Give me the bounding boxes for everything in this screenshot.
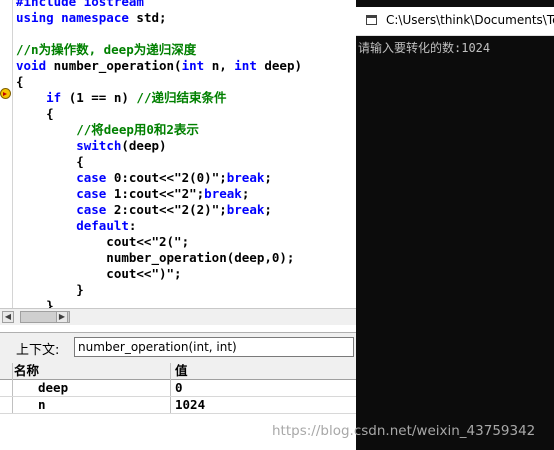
column-header-value[interactable]: 值 [175, 363, 188, 379]
console-app-icon [366, 15, 377, 25]
context-dropdown[interactable]: number_operation(int, int) [74, 337, 354, 357]
code-token: if [46, 90, 69, 105]
code-line[interactable]: { [16, 106, 54, 122]
code-token: } [16, 298, 54, 308]
code-token: int [181, 58, 212, 73]
code-token: 2:cout<<"2(2)"; [113, 202, 227, 217]
grid-line [0, 413, 356, 414]
code-token: : [128, 218, 137, 233]
code-token: switch [76, 138, 122, 153]
code-token: ; [241, 186, 250, 201]
code-token: std; [136, 10, 167, 25]
code-token: void [16, 58, 54, 73]
code-token: } [16, 282, 84, 297]
code-line[interactable]: case 0:cout<<"2(0)";break; [16, 170, 272, 186]
code-line[interactable]: using namespace std; [16, 10, 167, 26]
code-token: { [16, 106, 54, 121]
scroll-left-arrow-icon[interactable]: ◀ [2, 311, 14, 323]
code-token: //递归结束条件 [136, 90, 227, 105]
code-line[interactable]: } [16, 282, 84, 298]
code-token: { [16, 74, 24, 89]
code-token: (deep) [121, 138, 167, 153]
code-line[interactable]: cout<<"2("; [16, 234, 189, 250]
code-token: using namespace [16, 10, 137, 25]
code-token: //将deep用0和2表示 [76, 122, 199, 137]
variable-name: n [38, 397, 46, 412]
code-token: #include iostream [16, 0, 144, 9]
code-line[interactable]: case 1:cout<<"2";break; [16, 186, 249, 202]
code-line[interactable]: #include iostream [16, 0, 144, 10]
code-token: break [226, 202, 265, 217]
code-line[interactable]: case 2:cout<<"2(2)";break; [16, 202, 272, 218]
code-token: 0:cout<<"2(0)"; [113, 170, 227, 185]
code-token: number_operation( [53, 58, 182, 73]
grid-line [170, 363, 171, 413]
code-token: case [76, 202, 114, 217]
editor-horizontal-scrollbar[interactable]: ◀ ▶ [0, 308, 356, 325]
editor-gutter[interactable] [0, 0, 13, 308]
grid-line [12, 363, 13, 413]
code-line[interactable]: void number_operation(int n, int deep) [16, 58, 302, 74]
code-line[interactable]: //将deep用0和2表示 [16, 122, 199, 138]
code-line[interactable]: //n为操作数, deep为递归深度 [16, 42, 196, 58]
console-window[interactable]: C:\Users\think\Documents\Te 请输入要转化的数:102… [356, 0, 554, 450]
scroll-right-arrow-icon[interactable]: ▶ [56, 311, 68, 323]
current-statement-arrow-icon [0, 88, 11, 99]
code-token: default [76, 218, 129, 233]
code-token: break [204, 186, 242, 201]
context-toolbar: 上下文: number_operation(int, int) [0, 332, 356, 364]
code-token: (1 == n) [68, 90, 137, 105]
code-token: { [16, 154, 84, 169]
code-token: ; [264, 202, 272, 217]
code-token: deep) [264, 58, 303, 73]
console-title: C:\Users\think\Documents\Te [386, 13, 554, 27]
console-titlebar[interactable]: C:\Users\think\Documents\Te [356, 7, 554, 36]
code-token: case [76, 186, 114, 201]
code-line[interactable]: number_operation(deep,0); [16, 250, 294, 266]
column-header-name[interactable]: 名称 [14, 363, 39, 379]
variable-value: 0 [175, 380, 183, 395]
code-token: ; [264, 170, 272, 185]
code-token: cout<<")"; [16, 266, 182, 281]
code-token: int [234, 58, 265, 73]
code-line[interactable]: switch(deep) [16, 138, 167, 154]
code-token: break [226, 170, 265, 185]
code-line[interactable]: } [16, 298, 54, 308]
context-label: 上下文: [16, 343, 60, 358]
code-line[interactable]: cout<<")"; [16, 266, 182, 282]
code-token: 1:cout<<"2"; [113, 186, 205, 201]
watermark: https://blog.csdn.net/weixin_43759342 [272, 423, 536, 439]
code-line[interactable]: { [16, 154, 84, 170]
code-line[interactable]: if (1 == n) //递归结束条件 [16, 90, 226, 106]
code-token: n, [211, 58, 235, 73]
console-output: 请输入要转化的数:1024 [358, 41, 491, 55]
code-token: cout<<"2("; [16, 234, 190, 249]
code-editor[interactable]: #include iostream using namespace std; //n… [0, 0, 356, 308]
code-line[interactable]: { [16, 74, 24, 90]
code-token: number_operation(deep,0); [16, 250, 295, 265]
code-line[interactable]: default: [16, 218, 136, 234]
code-token: //n为操作数, deep为递归深度 [16, 42, 197, 57]
variable-value: 1024 [175, 397, 206, 412]
code-token: case [76, 170, 114, 185]
variable-name: deep [38, 380, 69, 395]
